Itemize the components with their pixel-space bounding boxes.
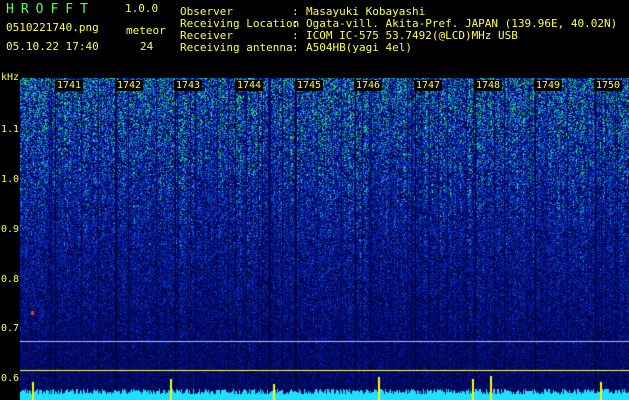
x-tick-label: 1743 [174, 80, 203, 91]
y-tick-label: 0.9 [1, 224, 20, 235]
y-tick-label: 0.7 [1, 323, 20, 334]
hrofft-window: HROFFT 1.0.0 0510221740.png 05.10.22 17:… [0, 0, 629, 400]
x-tick-label: 1741 [55, 80, 84, 91]
meteor-label: meteor [126, 24, 166, 37]
app-title: HROFFT [6, 2, 95, 17]
y-tick-label: 1.0 [1, 174, 20, 185]
y-tick-label: 0.6 [1, 373, 20, 384]
y-tick-label: 0.8 [1, 274, 20, 285]
x-tick-label: 1745 [295, 80, 324, 91]
y-axis-unit: kHz [1, 72, 20, 83]
file-name: 0510221740.png [6, 21, 99, 34]
x-tick-label: 1748 [474, 80, 503, 91]
datetime: 05.10.22 17:40 [6, 40, 99, 53]
x-tick-label: 1749 [534, 80, 563, 91]
app-version: 1.0.0 [125, 2, 159, 15]
x-tick-label: 1744 [235, 80, 264, 91]
antenna-colon: : [292, 41, 299, 54]
x-tick-label: 1750 [594, 80, 623, 91]
antenna-label: Receiving antenna [180, 41, 293, 54]
antenna-value: A504HB(yagi 4el) [306, 41, 412, 54]
y-tick-label: 1.1 [1, 124, 20, 135]
x-tick-label: 1746 [354, 80, 383, 91]
meteor-count: 24 [140, 40, 154, 53]
x-tick-label: 1747 [414, 80, 443, 91]
x-tick-label: 1742 [115, 80, 144, 91]
spectrogram-display [20, 78, 629, 400]
